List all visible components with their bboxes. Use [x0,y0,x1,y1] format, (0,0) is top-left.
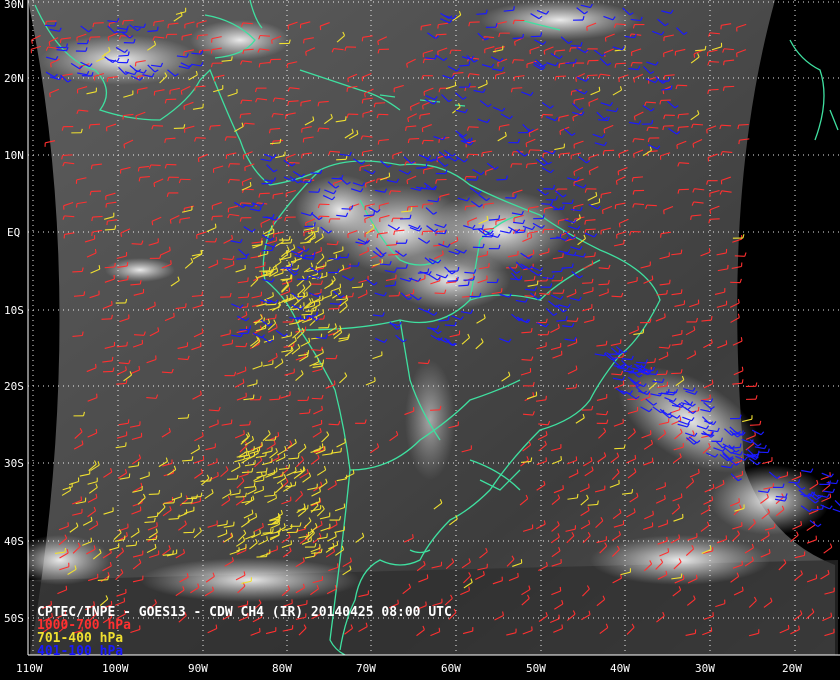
lon-label: 20W [782,662,802,675]
wind-barb-low [790,531,799,543]
lat-label: 10S [4,304,24,317]
lon-label: 70W [356,662,376,675]
lat-label: 20N [4,72,24,85]
lat-label: 30N [4,0,24,11]
wind-barb-high [834,500,840,507]
wind-barb-high [832,508,840,513]
satellite-map: 30N 20N 10N EQ 10S 20S 30S 40S 50S 110W … [0,0,840,680]
lon-label: 40W [610,662,630,675]
lon-label: 50W [526,662,546,675]
wind-barb-low [746,395,758,400]
lat-label: 30S [4,457,24,470]
lon-label: 60W [441,662,461,675]
lat-label: 10N [4,149,24,162]
lon-label: 100W [102,662,129,675]
lat-label: 40S [4,535,24,548]
legend-label-high: 401-100 hPa [37,644,123,659]
lon-label: 80W [272,662,292,675]
wind-barb-low [823,543,833,554]
lon-label: 90W [188,662,208,675]
lat-label: EQ [7,226,20,239]
map-canvas: 30N 20N 10N EQ 10S 20S 30S 40S 50S 110W … [0,0,840,680]
lat-label: 20S [4,380,24,393]
wind-barb-low [745,382,758,388]
lon-label: 30W [695,662,715,675]
wind-barb-low [806,535,818,544]
lat-label: 50S [4,612,24,625]
wind-barb-high [821,472,834,478]
lon-label: 110W [16,662,43,675]
